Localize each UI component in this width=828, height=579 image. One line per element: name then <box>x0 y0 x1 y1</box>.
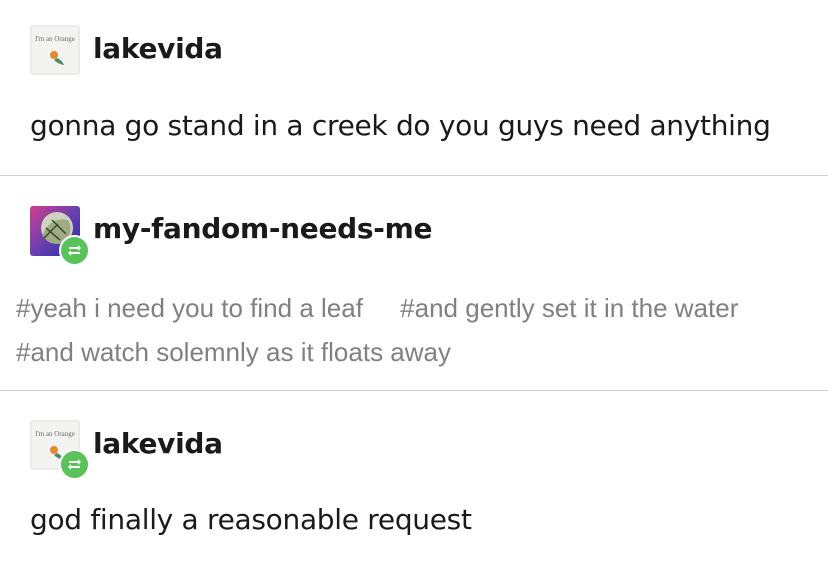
avatar-caption: I'm an Orange <box>35 430 75 438</box>
avatar[interactable] <box>30 206 90 266</box>
tag[interactable]: #and watch solemnly as it floats away <box>16 337 451 367</box>
reblog-badge <box>59 449 90 480</box>
post-2: my-fandom-needs-me #yeah i need you to f… <box>0 176 828 390</box>
tag[interactable]: #yeah i need you to find a leaf <box>16 293 363 323</box>
username[interactable]: my-fandom-needs-me <box>93 212 432 245</box>
username[interactable]: lakevida <box>93 32 223 65</box>
reblog-icon <box>68 245 81 256</box>
avatar-caption: I'm an Orange <box>35 35 75 43</box>
orange-sticky-note-avatar-icon: I'm an Orange <box>30 25 80 75</box>
reblog-badge <box>59 235 90 266</box>
post-3: I'm an Orange lakevida god finally a rea… <box>0 391 828 579</box>
avatar[interactable]: I'm an Orange <box>30 25 80 75</box>
avatar[interactable]: I'm an Orange <box>30 420 90 480</box>
username[interactable]: lakevida <box>93 427 223 460</box>
post-text: god finally a reasonable request <box>30 503 472 536</box>
tag-list: #yeah i need you to find a leaf #and gen… <box>16 286 816 374</box>
post-text: gonna go stand in a creek do you guys ne… <box>30 109 771 142</box>
tag[interactable]: #and gently set it in the water <box>400 293 738 323</box>
reblog-icon <box>68 459 81 470</box>
post-1: I'm an Orange lakevida gonna go stand in… <box>0 0 828 175</box>
